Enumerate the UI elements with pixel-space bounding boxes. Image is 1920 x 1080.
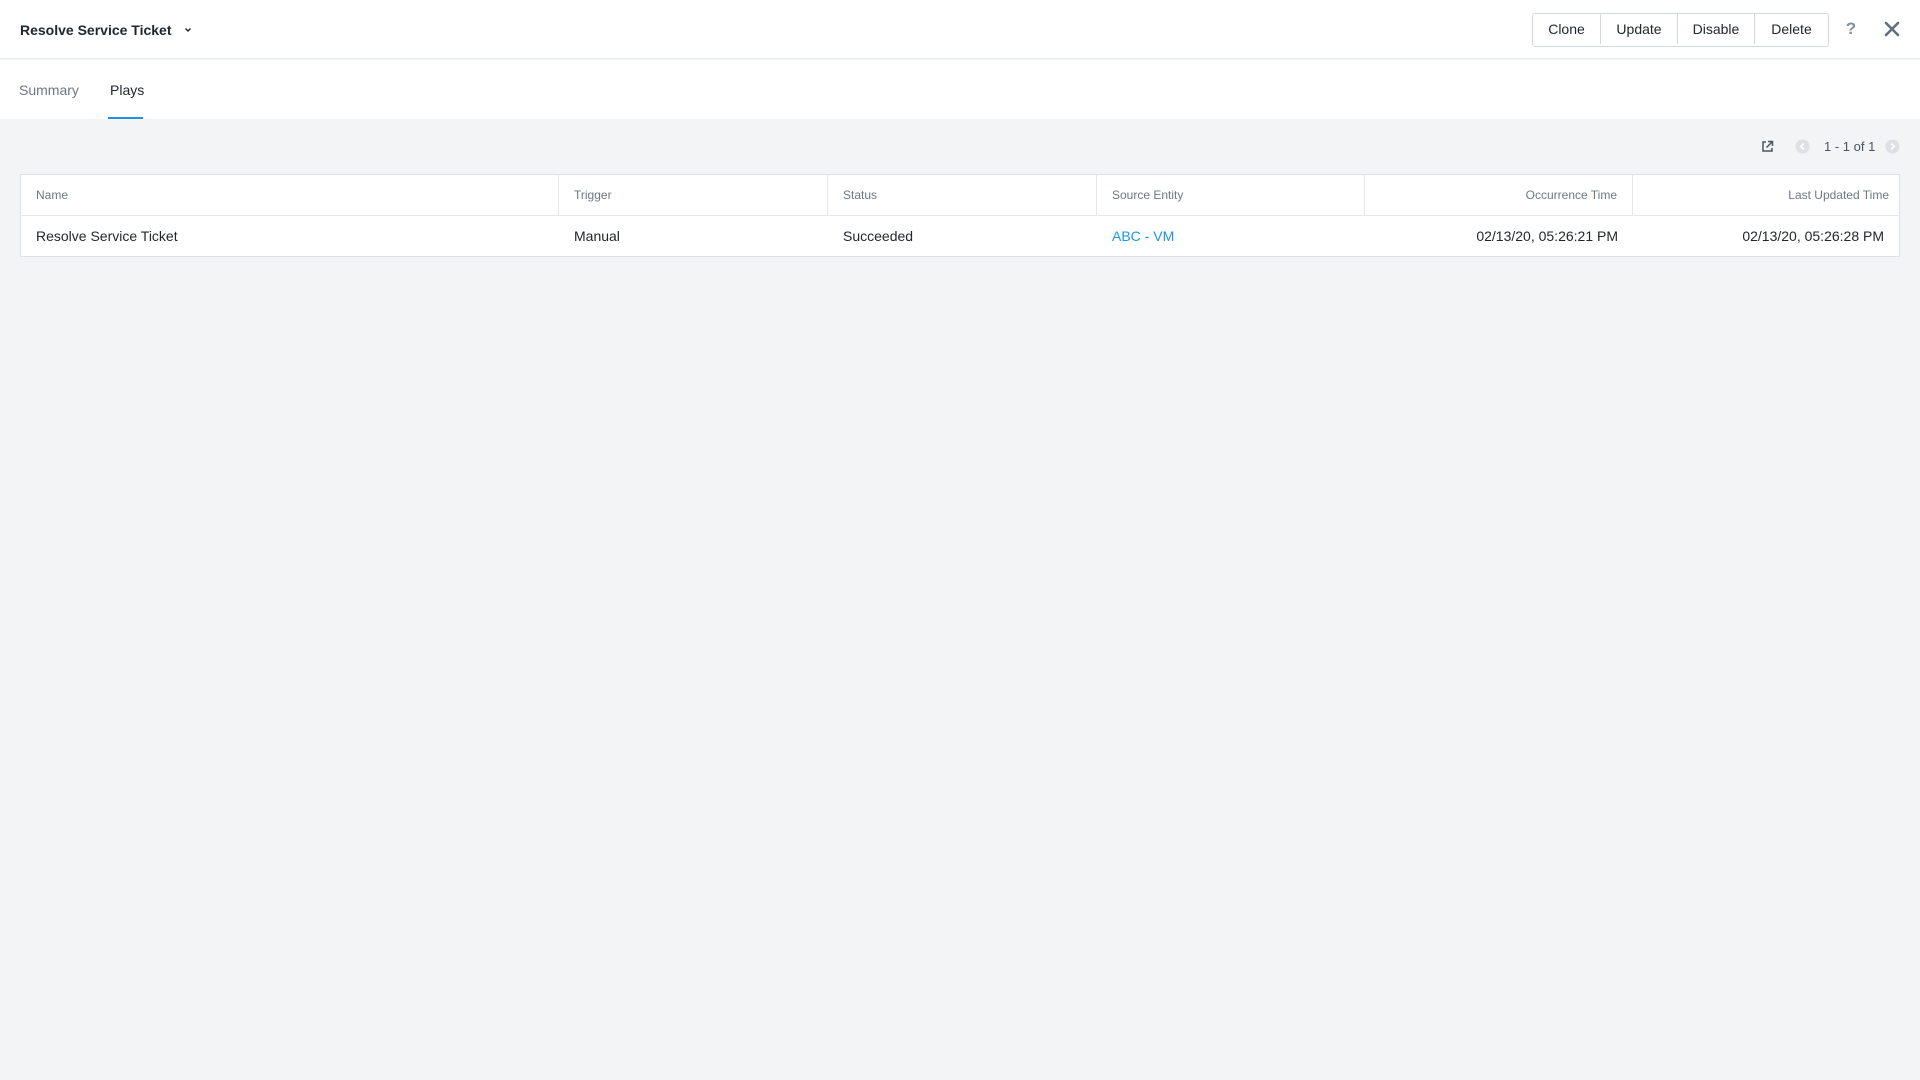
cell-status: Succeeded: [843, 228, 914, 244]
clone-button[interactable]: Clone: [1533, 14, 1601, 44]
column-header-last-updated-time[interactable]: Last Updated Time: [1633, 175, 1899, 215]
tab-plays[interactable]: Plays: [110, 60, 144, 119]
plays-table: Name Trigger Status Source Entity Occurr…: [20, 174, 1900, 257]
pagination-range: 1 - 1 of 1: [1824, 139, 1876, 154]
open-external-icon[interactable]: [1760, 139, 1775, 154]
delete-button[interactable]: Delete: [1755, 14, 1828, 44]
source-entity-link[interactable]: ABC - VM: [1097, 216, 1365, 256]
disable-button[interactable]: Disable: [1678, 14, 1755, 44]
page-title: Resolve Service Ticket: [20, 21, 172, 38]
cell-trigger: Manual: [574, 228, 620, 244]
tab-summary[interactable]: Summary: [19, 60, 79, 119]
table-header: Name Trigger Status Source Entity Occurr…: [21, 175, 1899, 216]
update-button[interactable]: Update: [1601, 14, 1678, 44]
tab-bar: Summary Plays: [0, 60, 1920, 119]
action-button-group: Clone Update Disable Delete: [1532, 13, 1829, 47]
table-row[interactable]: Resolve Service Ticket Manual Succeeded …: [21, 216, 1899, 256]
chevron-down-icon: [182, 24, 194, 36]
title-dropdown[interactable]: Resolve Service Ticket: [20, 0, 194, 59]
header-bar: Resolve Service Ticket Clone Update Disa…: [0, 0, 1920, 59]
cell-last-updated-time: 02/13/20, 05:26:28 PM: [1742, 228, 1884, 244]
close-icon[interactable]: [1883, 20, 1901, 38]
column-header-trigger[interactable]: Trigger: [559, 175, 828, 215]
column-header-occurrence-time[interactable]: Occurrence Time: [1365, 175, 1633, 215]
next-page-icon[interactable]: [1885, 139, 1900, 154]
cell-occurrence-time: 02/13/20, 05:26:21 PM: [1476, 228, 1618, 244]
active-tab-indicator: [108, 117, 143, 119]
cell-name: Resolve Service Ticket: [36, 228, 178, 244]
prev-page-icon[interactable]: [1795, 139, 1810, 154]
help-icon[interactable]: ?: [1842, 16, 1860, 42]
column-header-source-entity[interactable]: Source Entity: [1097, 175, 1365, 215]
column-header-status[interactable]: Status: [828, 175, 1097, 215]
column-header-name[interactable]: Name: [21, 175, 559, 215]
